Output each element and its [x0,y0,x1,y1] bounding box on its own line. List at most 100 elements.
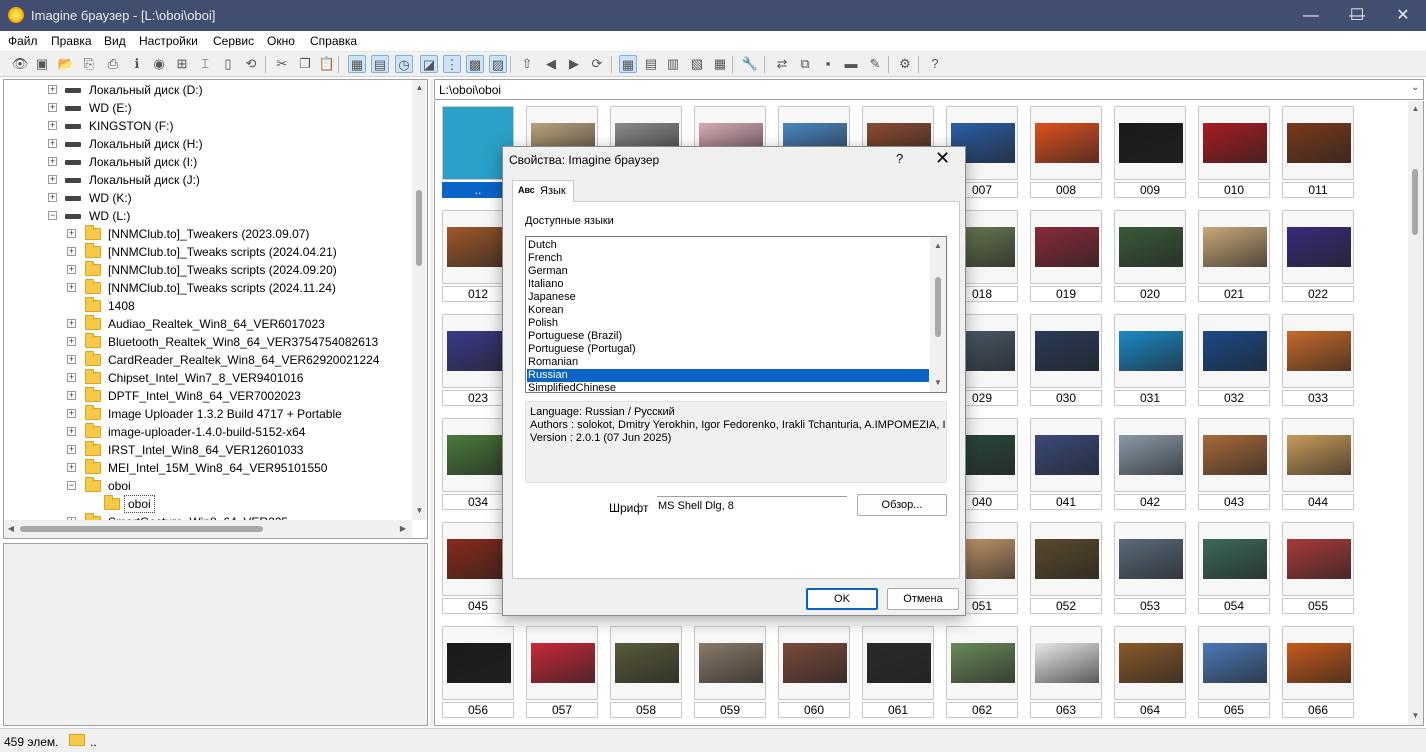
expand-toggle-icon[interactable]: + [67,265,76,274]
tree-item[interactable]: + [NNMClub.to]_Tweaks scripts (2024.11.24… [4,279,409,297]
thumbnail-item[interactable]: 022 [1282,210,1354,302]
trash-icon[interactable]: ▯ [219,55,237,73]
language-option[interactable]: Portuguese (Portugal) [527,343,929,356]
slideshow-icon[interactable]: ▬ [842,55,860,73]
thumbnail-item[interactable]: 008 [1030,106,1102,198]
tree-item[interactable]: oboi [4,495,409,513]
language-option[interactable]: Japanese [527,291,929,304]
tree-item[interactable]: + IRST_Intel_Win8_64_VER12601033 [4,441,409,459]
adjust-icon[interactable]: ◪ [420,55,438,73]
open-folder-icon[interactable]: 📂 [57,55,75,73]
maximize-button[interactable]: ☐ [1334,0,1380,31]
tree-item[interactable]: − oboi [4,477,409,495]
scroll-right-arrow-icon[interactable]: ▶ [398,524,408,534]
thumbnail-item[interactable]: 063 [1030,626,1102,718]
expand-toggle-icon[interactable]: + [67,445,76,454]
thumbnail-item[interactable]: 061 [862,626,934,718]
expand-toggle-icon[interactable]: + [48,157,57,166]
list-scroll-down-icon[interactable]: ▼ [933,378,943,388]
cut-icon[interactable]: ✂ [273,55,291,73]
thumbnail-item[interactable]: 059 [694,626,766,718]
menu-item-3[interactable]: Настройки [139,34,198,48]
grid-scroll-up-icon[interactable]: ▲ [1410,104,1421,114]
new-folder-icon[interactable]: ⊞ [173,55,191,73]
address-bar[interactable]: L:\oboi\oboi ⌄ [434,79,1424,100]
menu-item-5[interactable]: Окно [267,34,295,48]
thumbnail-item[interactable]: 042 [1114,418,1186,510]
thumbnail-item[interactable]: 032 [1198,314,1270,406]
list-scroll-up-icon[interactable]: ▲ [933,241,943,251]
film-icon[interactable]: ▩ [466,55,484,73]
tree-item[interactable]: + [NNMClub.to]_Tweaks scripts (2024.09.20… [4,261,409,279]
thumbs-icon[interactable]: ▦ [619,55,637,73]
eye-icon[interactable]: 👁 [11,55,29,73]
clock-icon[interactable]: ◷ [395,55,413,73]
expand-toggle-icon[interactable]: + [48,121,57,130]
tree-item[interactable]: + Локальный диск (H:) [4,135,409,153]
info-icon[interactable]: ℹ [128,55,146,73]
thumbnail-item[interactable]: 010 [1198,106,1270,198]
thumbnail-item[interactable]: 054 [1198,522,1270,614]
thumbnail-item[interactable]: 058 [610,626,682,718]
menu-item-0[interactable]: Файл [8,34,38,48]
view-a-icon[interactable]: ▦ [348,55,366,73]
copy-files-icon[interactable]: ❐ [296,55,314,73]
language-option[interactable]: Polish [527,317,929,330]
scroll-down-arrow-icon[interactable]: ▼ [414,506,425,516]
menu-item-1[interactable]: Правка [51,34,92,48]
tree-item[interactable]: 1408 [4,297,409,315]
thumbnail-item[interactable]: 055 [1282,522,1354,614]
chevron-down-icon[interactable]: ⌄ [1411,82,1419,93]
language-option[interactable]: Portuguese (Brazil) [527,330,929,343]
tree-item[interactable]: + Chipset_Intel_Win7_8_VER9401016 [4,369,409,387]
tree-item[interactable]: + Локальный диск (D:) [4,81,409,99]
view-b-icon[interactable]: ▤ [371,55,389,73]
expand-toggle-icon[interactable]: + [67,391,76,400]
print-icon[interactable]: ⎙ [104,55,122,73]
list-icon[interactable]: ▤ [642,55,660,73]
thumbnail-item[interactable]: 020 [1114,210,1186,302]
thumbnail-item[interactable]: 062 [946,626,1018,718]
tree-item[interactable]: + MEI_Intel_15M_Win8_64_VER95101550 [4,459,409,477]
thumbnail-item[interactable]: 052 [1030,522,1102,614]
details-icon[interactable]: ▥ [664,55,682,73]
language-option[interactable]: Russian [527,369,929,382]
tree-item[interactable]: + [NNMClub.to]_Tweaks scripts (2024.04.21… [4,243,409,261]
thumbnail-item[interactable]: 057 [526,626,598,718]
thumbnail-item[interactable]: 044 [1282,418,1354,510]
tree-item[interactable]: − WD (L:) [4,207,409,225]
photo-icon[interactable]: ▨ [489,55,507,73]
expand-toggle-icon[interactable]: + [67,319,76,328]
language-list[interactable]: Dutch French German Italiano Japanese Korean P… [525,236,947,393]
tree-item[interactable]: + WD (K:) [4,189,409,207]
tree-item[interactable]: + CardReader_Realtek_Win8_64_VER629200212… [4,351,409,369]
tree-item[interactable]: + image-uploader-1.4.0-build-5152-x64 [4,423,409,441]
tree-item[interactable]: + Image Uploader 1.3.2 Build 4717 + Porta… [4,405,409,423]
thumbnail-item[interactable]: 060 [778,626,850,718]
thumbnail-item[interactable]: 030 [1030,314,1102,406]
tree-vscroll-thumb[interactable] [416,190,422,266]
grid-vertical-scrollbar[interactable]: ▲ ▼ [1408,101,1423,725]
thumbnail-item[interactable]: 066 [1282,626,1354,718]
thumbnail-item[interactable]: 021 [1198,210,1270,302]
thumbnail-item[interactable]: 064 [1114,626,1186,718]
help-icon[interactable]: ? [926,55,944,73]
tree-item[interactable]: + DPTF_Intel_Win8_64_VER7002023 [4,387,409,405]
up-folder-icon[interactable]: ⇧ [518,55,536,73]
minimize-button-2[interactable]: — [1288,0,1334,31]
language-option[interactable]: Korean [527,304,929,317]
thumbnail-item[interactable]: 053 [1114,522,1186,614]
thumbnail-item[interactable]: 056 [442,626,514,718]
grid-vscroll-thumb[interactable] [1412,169,1418,235]
scroll-left-arrow-icon[interactable]: ◀ [6,524,16,534]
refresh-doc-icon[interactable]: ⟲ [242,55,260,73]
expand-toggle-icon[interactable]: + [67,409,76,418]
thumbnail-item[interactable]: 031 [1114,314,1186,406]
expand-toggle-icon[interactable]: + [48,139,57,148]
tree-item[interactable]: + [NNMClub.to]_Tweakers (2023.09.07) [4,225,409,243]
expand-toggle-icon[interactable]: + [67,373,76,382]
grid-icon[interactable]: ⋮ [443,55,461,73]
expand-toggle-icon[interactable]: + [67,427,76,436]
browse-button[interactable]: Обзор... [857,494,947,516]
language-option[interactable]: Dutch [527,239,929,252]
